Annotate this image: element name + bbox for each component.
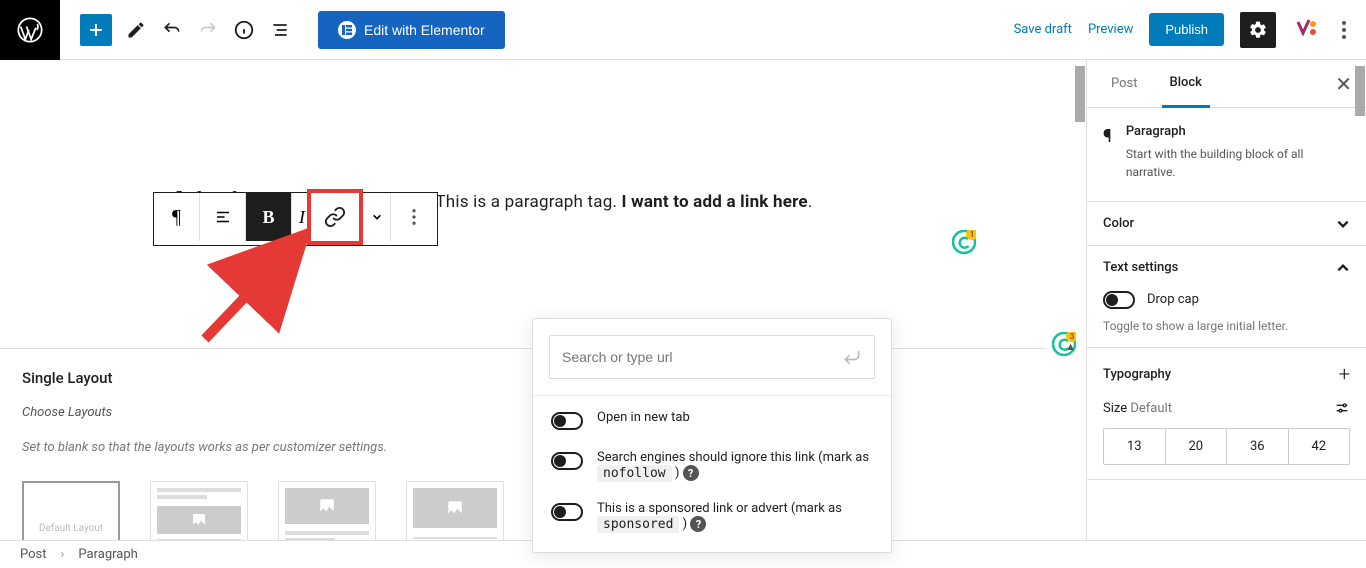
breadcrumb-paragraph[interactable]: Paragraph	[78, 547, 137, 562]
link-icon	[324, 206, 346, 228]
breadcrumb-separator: ›	[61, 547, 65, 562]
block-type-desc: Start with the building block of all nar…	[1126, 145, 1350, 181]
publish-button[interactable]: Publish	[1149, 13, 1224, 46]
paragraph-block[interactable]: This is where youwrite your content. Thi…	[153, 192, 1086, 212]
typography-panel-header[interactable]: Typography +	[1103, 362, 1350, 386]
elementor-icon	[338, 21, 356, 39]
link-button[interactable]	[307, 189, 363, 245]
sponsored-toggle[interactable]	[551, 503, 583, 521]
link-search-box	[549, 335, 875, 379]
save-draft-button[interactable]: Save draft	[1014, 22, 1072, 37]
grammarly-badge[interactable]: 1	[952, 230, 976, 254]
redo-button[interactable]	[190, 12, 226, 48]
edit-with-elementor-button[interactable]: Edit with Elementor	[318, 11, 505, 49]
paragraph-transform-button[interactable]: ¶	[154, 193, 200, 241]
help-icon[interactable]: ?	[683, 465, 699, 481]
svg-text:1: 1	[970, 230, 975, 239]
dots-vertical-icon	[1342, 21, 1346, 39]
edit-pencil-icon[interactable]	[118, 12, 154, 48]
outline-button[interactable]	[262, 12, 298, 48]
paragraph-text-end: .	[808, 192, 813, 212]
sidebar-tabs: Post Block ✕	[1087, 60, 1366, 108]
breadcrumb-post[interactable]: Post	[20, 547, 47, 562]
settings-sidebar: Post Block ✕ ¶ Paragraph Start with the …	[1086, 60, 1366, 568]
add-block-button[interactable]	[80, 14, 112, 46]
editor-canvas: This is my title ¶ B I This is where you…	[0, 60, 1086, 568]
info-button[interactable]	[226, 12, 262, 48]
font-size-option[interactable]: 42	[1289, 429, 1350, 464]
yoast-icon[interactable]	[1292, 18, 1316, 42]
align-button[interactable]	[200, 193, 246, 241]
paragraph-icon: ¶	[1103, 126, 1112, 181]
sliders-icon[interactable]	[1334, 400, 1350, 416]
open-new-tab-toggle[interactable]	[551, 412, 583, 430]
color-panel-header[interactable]: Color	[1103, 216, 1350, 231]
gear-icon	[1248, 20, 1268, 40]
font-size-option[interactable]: 36	[1227, 429, 1289, 464]
font-size-options: 13 20 36 42	[1103, 428, 1350, 465]
scroll-up-indicator[interactable]: ▲	[1065, 340, 1076, 353]
wordpress-icon	[16, 16, 44, 44]
size-value: Default	[1130, 401, 1172, 416]
settings-button[interactable]	[1240, 12, 1276, 48]
link-url-input[interactable]	[562, 349, 842, 365]
undo-button[interactable]	[154, 12, 190, 48]
drop-cap-hint: Toggle to show a large initial letter.	[1103, 319, 1350, 333]
bold-button[interactable]: B	[246, 193, 292, 241]
tab-post[interactable]: Post	[1103, 60, 1146, 108]
editor-topbar: Edit with Elementor Save draft Preview P…	[0, 0, 1366, 60]
font-size-option[interactable]: 13	[1104, 429, 1166, 464]
paragraph-bold-text: I want to add a link here	[622, 192, 808, 212]
size-label: Size	[1103, 401, 1127, 416]
preview-button[interactable]: Preview	[1088, 22, 1133, 37]
text-settings-panel-header[interactable]: Text settings	[1103, 260, 1350, 275]
link-popover: Open in new tab Search engines should ig…	[532, 318, 892, 553]
more-rich-text-button[interactable]	[363, 193, 391, 241]
sponsored-label: This is a sponsored link or advert (mark…	[597, 501, 873, 532]
block-type-title: Paragraph	[1126, 124, 1350, 139]
chevron-down-icon	[1336, 217, 1350, 231]
nofollow-toggle[interactable]	[551, 452, 583, 470]
dots-vertical-icon	[412, 209, 416, 225]
drop-cap-toggle[interactable]	[1103, 291, 1135, 309]
elementor-label: Edit with Elementor	[364, 22, 485, 38]
chevron-up-icon	[1336, 261, 1350, 275]
help-icon[interactable]: ?	[690, 516, 706, 532]
more-options-button[interactable]	[1332, 12, 1356, 48]
font-size-option[interactable]: 20	[1166, 429, 1228, 464]
nofollow-label: Search engines should ignore this link (…	[597, 450, 873, 481]
sidebar-scrollbar[interactable]	[1355, 66, 1365, 116]
block-options-button[interactable]	[391, 193, 437, 241]
plus-icon: +	[1339, 362, 1350, 386]
chevron-down-icon	[372, 212, 382, 222]
close-sidebar-button[interactable]: ✕	[1335, 72, 1352, 96]
tab-block[interactable]: Block	[1162, 60, 1210, 108]
open-new-tab-label: Open in new tab	[597, 410, 690, 425]
wordpress-logo[interactable]	[0, 0, 60, 60]
drop-cap-label: Drop cap	[1147, 292, 1199, 307]
submit-arrow-icon[interactable]	[842, 347, 862, 367]
